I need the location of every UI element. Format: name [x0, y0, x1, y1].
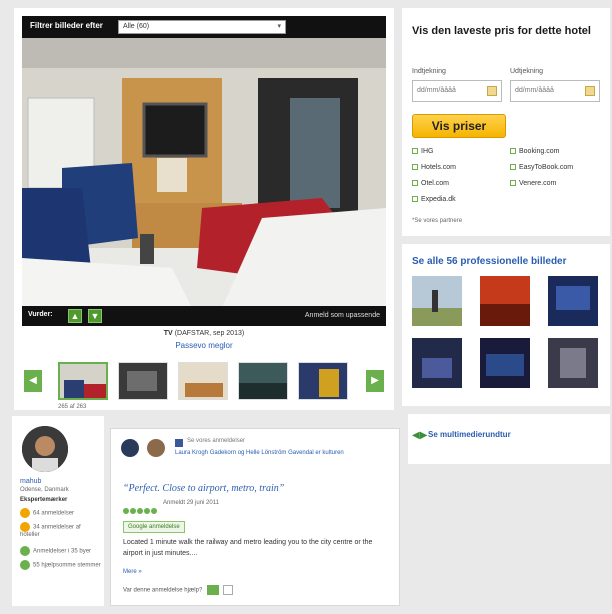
caption-meta: (DAFSTAR, sep 2013): [174, 330, 245, 337]
photo-filter-bar: Filtrer billeder efter Alle (60) ▾: [22, 16, 386, 38]
reviewer-badge: 64 anmeldelser: [20, 508, 74, 518]
review-date: Anmeldt 29 juni 2011: [163, 500, 219, 506]
helpful-prompt: Var denne anmeldelse hjælp?: [123, 587, 203, 594]
reviewer-badge: 34 anmeldelser af hoteller: [20, 522, 100, 538]
checkin-input[interactable]: dd/mm/åååå: [412, 80, 502, 102]
checkin-placeholder: dd/mm/åååå: [417, 87, 456, 94]
pro-thumbnail[interactable]: [480, 276, 530, 326]
partner-checkbox[interactable]: Venere.com: [510, 180, 556, 187]
photo-filter-select[interactable]: Alle (60) ▾: [118, 20, 286, 34]
filter-select-value: Alle (60): [123, 23, 150, 30]
review-source-tag: Google anmeldelse: [123, 521, 185, 533]
price-panel-title: Vis den laveste pris for dette hotel: [412, 25, 591, 37]
calendar-icon[interactable]: [487, 86, 497, 96]
checkbox-icon[interactable]: [510, 148, 516, 155]
thumbnail[interactable]: [298, 362, 348, 400]
pro-thumbnail[interactable]: [412, 276, 462, 326]
rating-bubble-icon: [123, 508, 129, 514]
show-prices-button[interactable]: Vis priser: [412, 114, 506, 138]
helpful-badge-icon: [20, 560, 30, 570]
facebook-icon: [175, 439, 183, 447]
helpful-link[interactable]: Passevo meglor: [22, 341, 386, 350]
review-body: Located 1 minute walk the railway and me…: [123, 539, 373, 557]
checkin-label: Indtjekning: [412, 68, 446, 75]
checkbox-icon[interactable]: [412, 148, 418, 155]
rating-bubbles: [123, 501, 158, 519]
city-badge-icon: [20, 546, 30, 556]
friend-avatar[interactable]: [147, 439, 165, 457]
pro-photos-panel: Se alle 56 professionelle billeder: [402, 244, 610, 406]
avatar[interactable]: [22, 426, 68, 472]
thumbnail[interactable]: [238, 362, 288, 400]
vote-label: Vurder:: [28, 311, 53, 318]
pro-thumbnail[interactable]: [412, 338, 462, 388]
partner-checkbox[interactable]: Otel.com: [412, 180, 449, 187]
rating-bubble-icon: [144, 508, 150, 514]
checkbox-icon[interactable]: [510, 180, 516, 187]
hotel-room-photo: [22, 38, 386, 308]
thumbnail-count: 265 af 263: [58, 404, 87, 410]
photo-caption: TV (DAFSTAR, sep 2013): [22, 330, 386, 337]
vote-bar: Vurder: ▲ ▼ Anmeld som upassende: [22, 306, 386, 326]
caption-title: TV: [163, 330, 173, 337]
pro-photos-link[interactable]: Se alle 56 professionelle billeder: [412, 256, 567, 267]
calendar-icon[interactable]: [585, 86, 595, 96]
hotel-badge-icon: [20, 522, 30, 532]
checkout-input[interactable]: dd/mm/åååå: [510, 80, 600, 102]
badges-title: Ekspertemærker: [20, 497, 68, 503]
friend-avatar[interactable]: [121, 439, 139, 457]
thumbs-down-icon[interactable]: ▼: [88, 309, 102, 323]
rating-bubble-icon: [151, 508, 157, 514]
reviewer-name[interactable]: mahub: [20, 478, 41, 485]
review-title[interactable]: “Perfect. Close to airport, metro, train…: [123, 483, 393, 494]
multimedia-tour: ◀▶ Se multimedierundtur: [408, 414, 610, 464]
partner-checkbox[interactable]: Hotels.com: [412, 164, 456, 171]
chevron-down-icon: ▾: [277, 23, 281, 30]
partner-checkbox[interactable]: EasyToBook.com: [510, 164, 573, 171]
helpful-yes-button[interactable]: [206, 585, 219, 595]
thumb-prev-button[interactable]: ◀: [24, 370, 42, 392]
review-more-link[interactable]: Mere »: [123, 569, 142, 575]
checkbox-icon[interactable]: [510, 164, 516, 171]
thumbnail[interactable]: [178, 362, 228, 400]
review-helpful: Var denne anmeldelse hjælp?: [123, 585, 233, 595]
reviewer-location: Odense, Danmark: [20, 487, 69, 493]
checkbox-icon[interactable]: [412, 196, 418, 203]
pro-thumbnail[interactable]: [548, 338, 598, 388]
rating-bubble-icon: [130, 508, 136, 514]
pro-thumbnail[interactable]: [480, 338, 530, 388]
thumbnail[interactable]: [118, 362, 168, 400]
pro-thumbnail[interactable]: [548, 276, 598, 326]
report-link[interactable]: Anmeld som upassende: [305, 312, 380, 319]
reviewer-badge: 55 hjælpsomme stemmer: [20, 560, 101, 570]
helpful-no-button[interactable]: [222, 585, 233, 595]
partner-checkbox[interactable]: Booking.com: [510, 148, 559, 155]
reviewer-badge: Anmeldelser i 35 byer: [20, 546, 91, 556]
friends-names[interactable]: Laura Krogh Gadekorn og Helle Lönström G…: [175, 450, 385, 456]
checkbox-icon[interactable]: [412, 180, 418, 187]
checkout-label: Udtjekning: [510, 68, 544, 75]
partner-checkbox[interactable]: Expedia.dk: [412, 196, 456, 203]
filter-label: Filtrer billeder efter: [30, 21, 103, 30]
friends-line: Se vores anmeldelser: [187, 438, 246, 444]
thumbs-up-icon[interactable]: ▲: [68, 309, 82, 323]
checkbox-icon[interactable]: [412, 164, 418, 171]
photo-viewer: Filtrer billeder efter Alle (60) ▾ Vurde…: [14, 8, 394, 410]
partner-checkbox[interactable]: IHG: [412, 148, 433, 155]
partners-note: *Se vores partnere: [412, 218, 463, 224]
multimedia-tour-link[interactable]: Se multimedierundtur: [428, 430, 511, 439]
thumbnail[interactable]: [58, 362, 108, 400]
main-photo[interactable]: [22, 38, 386, 308]
checkout-placeholder: dd/mm/åååå: [515, 87, 554, 94]
reviewer-profile: mahub Odense, Danmark Ekspertemærker 64 …: [12, 416, 104, 606]
rating-bubble-icon: [137, 508, 143, 514]
price-panel: Vis den laveste pris for dette hotel Ind…: [402, 8, 610, 236]
star-badge-icon: [20, 508, 30, 518]
thumb-next-button[interactable]: ▶: [366, 370, 384, 392]
review-card: Se vores anmeldelser Laura Krogh Gadekor…: [110, 428, 400, 606]
tour-icon: ◀▶: [412, 430, 428, 441]
